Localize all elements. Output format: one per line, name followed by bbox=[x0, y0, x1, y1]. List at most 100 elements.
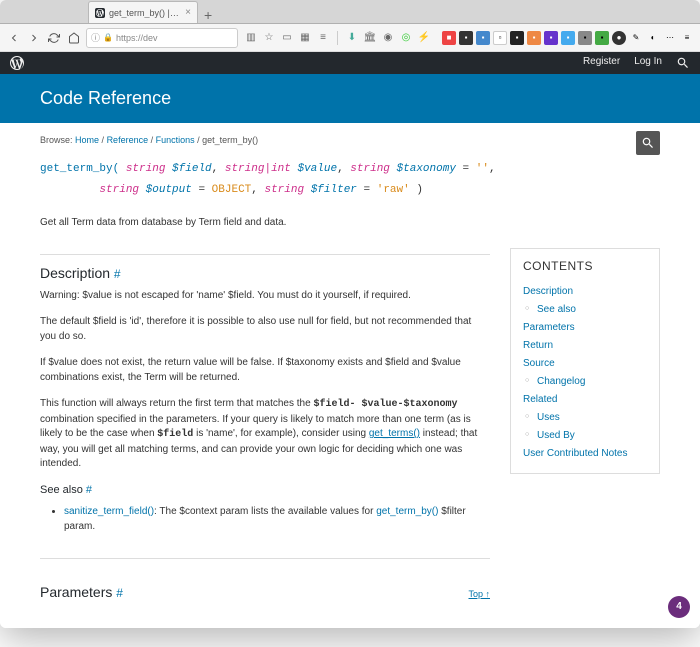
ext-icon[interactable]: ▪ bbox=[544, 31, 558, 45]
grid-icon[interactable]: ▦ bbox=[298, 31, 312, 45]
param-default: 'raw' bbox=[377, 184, 410, 196]
ext-icon[interactable]: ▪ bbox=[561, 31, 575, 45]
ext-icon[interactable]: ⋯ bbox=[663, 31, 677, 45]
breadcrumb-label: Browse: bbox=[40, 135, 73, 145]
breadcrumb-link[interactable]: Functions bbox=[156, 135, 195, 145]
shield-ext-icon[interactable]: ◎ bbox=[399, 31, 413, 45]
toc-link[interactable]: See also bbox=[523, 301, 647, 319]
ext-icon[interactable]: ✎ bbox=[629, 31, 643, 45]
content-area: Browse: Home / Reference / Functions / g… bbox=[0, 123, 700, 628]
notes-count-badge[interactable]: 4 bbox=[668, 596, 690, 618]
function-signature: get_term_by( string $field, string|int $… bbox=[40, 159, 660, 201]
url-bar[interactable]: ⓘ 🔒 bbox=[86, 28, 238, 48]
table-of-contents: CONTENTS Description See also Parameters… bbox=[510, 248, 660, 474]
ext-icon[interactable]: ▪ bbox=[459, 31, 473, 45]
home-button[interactable] bbox=[66, 30, 82, 46]
login-link[interactable]: Log In bbox=[634, 56, 662, 70]
see-also-heading: See also # bbox=[40, 484, 490, 496]
archive-icon[interactable]: 🏛 bbox=[363, 31, 377, 45]
reader-icon[interactable]: ▥ bbox=[244, 31, 258, 45]
browser-toolbar: ⓘ 🔒 ▥ ☆ ▭ ▦ ≡ ⬇ 🏛 ◉ ◎ ⚡ ■ ▪ ▪ ▫ ▪ ▪ ▪ ▪ … bbox=[0, 24, 700, 52]
description-heading: Description # bbox=[40, 265, 490, 281]
download-icon[interactable]: ⬇ bbox=[345, 31, 359, 45]
browser-tab-strip: get_term_by() | Function | Wor… × + bbox=[0, 0, 700, 24]
description-paragraph: This function will always return the fir… bbox=[40, 397, 490, 472]
security-shield-icon: ⓘ bbox=[91, 31, 100, 44]
param-type: string bbox=[99, 184, 139, 196]
tab-close-button[interactable]: × bbox=[185, 7, 191, 18]
see-also-list: sanitize_term_field(): The $context para… bbox=[40, 504, 490, 534]
reload-button[interactable] bbox=[46, 30, 62, 46]
globe-icon[interactable]: ◉ bbox=[381, 31, 395, 45]
site-header: Code Reference bbox=[0, 74, 700, 123]
toc-link[interactable]: Used By bbox=[523, 427, 647, 445]
wordpress-favicon bbox=[95, 8, 105, 18]
toc-link[interactable]: Return bbox=[523, 337, 647, 355]
ext-icon[interactable]: ■ bbox=[442, 31, 456, 45]
fn-name: get_term_by( bbox=[40, 163, 119, 175]
ext-icon[interactable]: ▪ bbox=[527, 31, 541, 45]
forward-button[interactable] bbox=[26, 30, 42, 46]
function-link[interactable]: get_terms() bbox=[369, 428, 420, 439]
param-default: '' bbox=[476, 163, 489, 175]
function-summary: Get all Term data from database by Term … bbox=[40, 217, 660, 228]
box-icon[interactable]: ▭ bbox=[280, 31, 294, 45]
ext-icon[interactable]: ▪ bbox=[595, 31, 609, 45]
toc-link[interactable]: Description bbox=[523, 283, 647, 301]
bolt-icon[interactable]: ⚡ bbox=[417, 31, 431, 45]
param-name: $field bbox=[172, 163, 212, 175]
anchor-link[interactable]: # bbox=[116, 586, 123, 600]
top-link[interactable]: Top ↑ bbox=[468, 589, 490, 599]
ext-icon[interactable]: ▫ bbox=[493, 31, 507, 45]
description-paragraph: If $value does not exist, the return val… bbox=[40, 356, 490, 385]
toc-link[interactable]: User Contributed Notes bbox=[523, 445, 647, 463]
toc-title: CONTENTS bbox=[523, 259, 647, 273]
toc-link[interactable]: Uses bbox=[523, 409, 647, 427]
breadcrumb-link[interactable]: Reference bbox=[107, 135, 149, 145]
breadcrumb-link[interactable]: Home bbox=[75, 135, 99, 145]
register-link[interactable]: Register bbox=[583, 56, 620, 70]
param-type: string bbox=[350, 163, 390, 175]
function-link[interactable]: sanitize_term_field() bbox=[64, 506, 154, 517]
main-content: Description # Warning: $value is not esc… bbox=[40, 248, 490, 608]
ext-icon[interactable]: ▪ bbox=[510, 31, 524, 45]
description-paragraph: The default $field is 'id', therefore it… bbox=[40, 315, 490, 344]
wordpress-logo-icon[interactable] bbox=[10, 56, 24, 70]
back-button[interactable] bbox=[6, 30, 22, 46]
param-name: $taxonomy bbox=[397, 163, 456, 175]
function-link[interactable]: get_term_by() bbox=[376, 506, 438, 517]
param-type: string|int bbox=[225, 163, 291, 175]
parameters-heading: Parameters # bbox=[40, 584, 123, 600]
param-name: $value bbox=[297, 163, 337, 175]
param-default: OBJECT bbox=[212, 184, 252, 196]
star-icon[interactable]: ☆ bbox=[262, 31, 276, 45]
url-input[interactable] bbox=[116, 33, 233, 43]
breadcrumb: Browse: Home / Reference / Functions / g… bbox=[40, 133, 660, 145]
fn-close: ) bbox=[416, 184, 423, 196]
anchor-link[interactable]: # bbox=[114, 267, 121, 281]
toc-link[interactable]: Related bbox=[523, 391, 647, 409]
lock-icon: 🔒 bbox=[103, 33, 113, 42]
ext-icon[interactable]: ● bbox=[612, 31, 626, 45]
toc-link[interactable]: Source bbox=[523, 355, 647, 373]
search-toggle-button[interactable] bbox=[636, 131, 660, 155]
ext-icon[interactable]: ▪ bbox=[476, 31, 490, 45]
param-type: string bbox=[126, 163, 166, 175]
anchor-link[interactable]: # bbox=[86, 484, 92, 496]
tab-title: get_term_by() | Function | Wor… bbox=[109, 8, 181, 18]
description-paragraph: Warning: $value is not escaped for 'name… bbox=[40, 289, 490, 304]
param-name: $filter bbox=[311, 184, 357, 196]
breadcrumb-current: get_term_by() bbox=[202, 135, 258, 145]
new-tab-button[interactable]: + bbox=[198, 7, 218, 23]
wp-search-icon[interactable] bbox=[676, 56, 690, 70]
toc-link[interactable]: Changelog bbox=[523, 373, 647, 391]
ext-icon[interactable]: ▪ bbox=[578, 31, 592, 45]
ext-icon[interactable]: ◐ bbox=[646, 31, 660, 45]
toc-link[interactable]: Parameters bbox=[523, 319, 647, 337]
browser-tab[interactable]: get_term_by() | Function | Wor… × bbox=[88, 1, 198, 23]
menu-icon[interactable]: ≡ bbox=[316, 31, 330, 45]
param-type: string bbox=[264, 184, 304, 196]
hamburger-menu-icon[interactable]: ≡ bbox=[680, 31, 694, 45]
param-name: $output bbox=[146, 184, 192, 196]
site-title: Code Reference bbox=[40, 88, 660, 109]
